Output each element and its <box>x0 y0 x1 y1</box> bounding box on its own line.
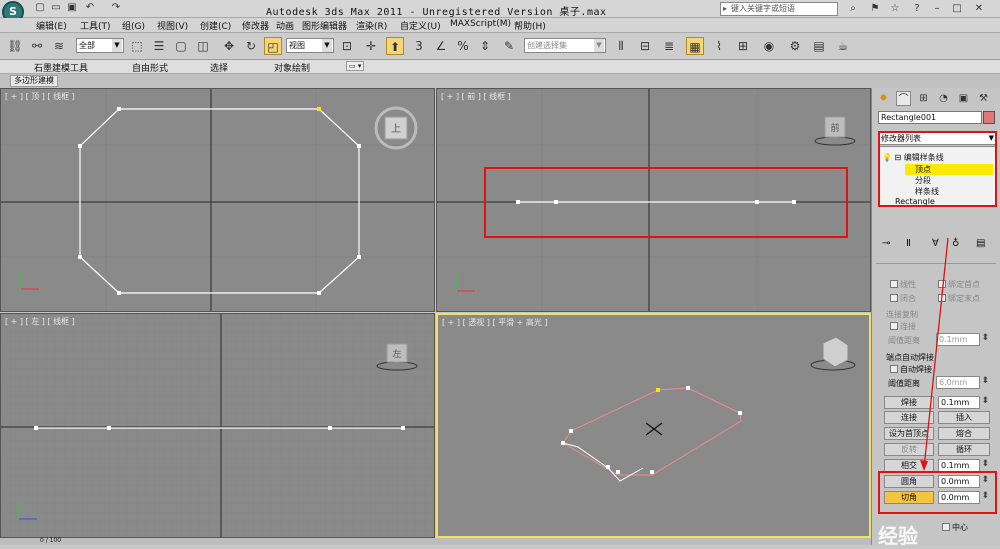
menu-group[interactable]: 组(G) <box>122 19 145 32</box>
render-setup-icon[interactable]: ⚙ <box>786 37 804 55</box>
menu-tools[interactable]: 工具(T) <box>80 19 111 32</box>
move-icon[interactable]: ✥ <box>220 37 238 55</box>
help-icon[interactable]: ? <box>910 2 924 16</box>
menu-customize[interactable]: 自定义(U) <box>400 19 441 32</box>
graphite-modeling-tools-icon[interactable]: ▦ <box>686 37 704 55</box>
snap-dimension-label: 3 <box>415 39 423 53</box>
highlight-front-spline <box>484 167 848 238</box>
rendered-frame-window-icon[interactable]: ▤ <box>810 37 828 55</box>
menu-maxscript[interactable]: MAXScript(M) <box>450 19 511 29</box>
snaps-toggle-icon[interactable]: 3 <box>410 37 428 55</box>
ribbon-panel-bar: 多边形建模 <box>0 74 1000 88</box>
communication-icon[interactable]: ⚑ <box>868 2 882 16</box>
tab-freeform[interactable]: 自由形式 <box>132 61 168 74</box>
viewcube-face-label: 前 <box>830 122 839 134</box>
minimize-icon[interactable]: – <box>930 2 944 16</box>
rectangle-selection-icon[interactable]: ▢ <box>172 37 190 55</box>
select-by-name-icon[interactable]: ☰ <box>150 37 168 55</box>
save-icon[interactable]: ▣ <box>66 2 78 14</box>
viewport-perspective-canvas <box>561 336 856 482</box>
viewcube-perspective[interactable] <box>810 336 856 371</box>
new-file-icon[interactable]: ▢ <box>34 2 46 14</box>
menu-views[interactable]: 视图(V) <box>157 19 188 32</box>
window-title: Autodesk 3ds Max 2011 - Unregistered Ver… <box>266 7 607 18</box>
title-bar: S ▢ ▭ ▣ ↶ ↷ Autodesk 3ds Max 2011 - Unre… <box>0 0 1000 23</box>
menu-rendering[interactable]: 渲染(R) <box>356 19 387 32</box>
rotate-icon[interactable]: ↻ <box>242 37 260 55</box>
curve-editor-icon[interactable]: ⌇ <box>710 37 728 55</box>
select-manipulate-icon[interactable]: ✛ <box>362 37 380 55</box>
scale-icon[interactable]: ◰ <box>264 37 282 55</box>
rectangle-spline-perspective[interactable] <box>562 387 742 476</box>
spline-vertices[interactable] <box>561 386 742 474</box>
spline-vertices[interactable] <box>78 107 361 295</box>
axis-tripod-icon <box>456 273 475 292</box>
search-input[interactable]: 键入关键字或短语 <box>720 2 838 16</box>
viewcube-face-label: 上 <box>391 123 401 135</box>
window-crossing-icon[interactable]: ◫ <box>194 37 212 55</box>
viewport-perspective[interactable]: [ + ] [ 透视 ] [ 平滑 + 高光 ] <box>436 313 871 538</box>
mirror-icon[interactable]: ⫴ <box>612 37 630 55</box>
axis-tripod-icon <box>20 271 39 290</box>
menu-help[interactable]: 帮助(H) <box>514 19 546 32</box>
menu-create[interactable]: 创建(C) <box>200 19 231 32</box>
unlink-icon[interactable]: ⚯ <box>28 37 46 55</box>
layer-manager-icon[interactable]: ≣ <box>660 37 678 55</box>
keyboard-shortcut-override-icon[interactable]: ⬆ <box>386 37 404 55</box>
viewport-top-canvas: 上 <box>1 89 434 311</box>
named-selection-dropdown[interactable]: 创建选择集 <box>524 38 606 53</box>
redo-icon[interactable]: ↷ <box>110 2 122 14</box>
menu-edit[interactable]: 编辑(E) <box>36 19 67 32</box>
rectangle-spline[interactable] <box>79 108 360 294</box>
command-panel: ✹ ⌒ ⊞ ◔ ▣ ⚒ Rectangle001 修改器列表 💡 ⊟ 编辑样条线… <box>871 88 1000 545</box>
menu-animation[interactable]: 动画 <box>276 19 294 32</box>
viewport-front[interactable]: 前 [ + ] [ 前 ] [ 线框 ] <box>436 88 871 312</box>
time-slider[interactable]: 0 / 100 <box>0 537 871 545</box>
ribbon-options-icon[interactable]: ▭ ▾ <box>346 61 365 71</box>
render-production-icon[interactable]: ☕ <box>834 37 852 55</box>
selection-filter-dropdown[interactable]: 全部 <box>76 38 124 53</box>
frame-counter: 0 / 100 <box>40 537 62 544</box>
schematic-view-icon[interactable]: ⊞ <box>734 37 752 55</box>
open-file-icon[interactable]: ▭ <box>50 2 62 14</box>
maximize-icon[interactable]: □ <box>950 2 964 16</box>
viewport-top[interactable]: 上 [ + ] [ 顶 ] [ 线框 ] <box>0 88 435 312</box>
tab-polygon-modeling[interactable]: 多边形建模 <box>10 75 58 87</box>
viewport-perspective-label[interactable]: [ + ] [ 透视 ] [ 平滑 + 高光 ] <box>442 317 548 328</box>
spline-edge-highlight <box>562 442 644 482</box>
select-object-icon[interactable]: ⬚ <box>128 37 146 55</box>
percent-snap-icon[interactable]: % <box>454 37 472 55</box>
viewport-left[interactable]: 左 [ + ] [ 左 ] [ 线框 ] <box>0 313 435 538</box>
angle-snap-icon[interactable]: ∠ <box>432 37 450 55</box>
undo-icon[interactable]: ↶ <box>84 2 96 14</box>
bind-space-warp-icon[interactable]: ≋ <box>50 37 68 55</box>
menu-modifiers[interactable]: 修改器 <box>242 19 269 32</box>
favorites-icon[interactable]: ☆ <box>888 2 902 16</box>
main-toolbar: ⛓ ⚯ ≋ 全部 ⬚ ☰ ▢ ◫ ✥ ↻ ◰ 视图 ⊡ ✛ ⬆ 3 ∠ % ⇕ … <box>0 33 1000 60</box>
viewcube-face-label: 左 <box>392 348 401 360</box>
tab-object-paint[interactable]: 对象绘制 <box>274 61 310 74</box>
reference-coordinate-dropdown[interactable]: 视图 <box>286 38 334 53</box>
grid <box>1 314 434 537</box>
tab-selection[interactable]: 选择 <box>210 61 228 74</box>
material-editor-icon[interactable]: ◉ <box>760 37 778 55</box>
menu-graph-editors[interactable]: 图形编辑器 <box>302 19 347 32</box>
link-icon[interactable]: ⛓ <box>6 37 24 55</box>
ribbon-tabs: 石墨建模工具 自由形式 选择 对象绘制 ▭ ▾ <box>0 60 1000 74</box>
edit-named-selection-icon[interactable]: ✎ <box>500 37 518 55</box>
viewport-top-label[interactable]: [ + ] [ 顶 ] [ 线框 ] <box>5 91 75 102</box>
annotation-arrow <box>920 237 949 471</box>
menu-bar: 编辑(E) 工具(T) 组(G) 视图(V) 创建(C) 修改器 动画 图形编辑… <box>0 18 1000 33</box>
viewport-left-label[interactable]: [ + ] [ 左 ] [ 线框 ] <box>5 316 75 327</box>
pivot-center-icon[interactable]: ⊡ <box>338 37 356 55</box>
close-icon[interactable]: ✕ <box>972 2 986 16</box>
spinner-snap-icon[interactable]: ⇕ <box>476 37 494 55</box>
tab-graphite-modeling[interactable]: 石墨建模工具 <box>34 61 88 74</box>
binoculars-icon[interactable]: ⌕ <box>846 2 860 16</box>
viewport-left-canvas: 左 <box>1 314 434 537</box>
pivot-gizmo-icon <box>645 422 663 436</box>
viewport-front-label[interactable]: [ + ] [ 前 ] [ 线框 ] <box>441 91 511 102</box>
align-icon[interactable]: ⊟ <box>636 37 654 55</box>
grid <box>1 89 434 311</box>
